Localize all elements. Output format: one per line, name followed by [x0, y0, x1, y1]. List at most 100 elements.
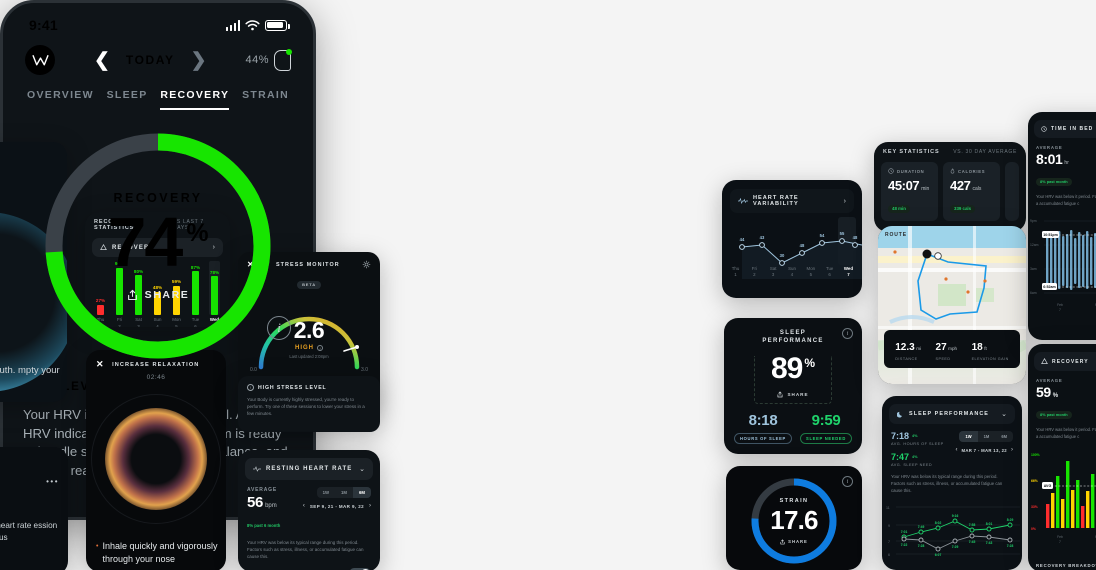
tab-overview[interactable]: OVERVIEW	[27, 89, 94, 110]
route-distance-value: 12.3	[895, 342, 915, 353]
sleep-needed-value: 9:59	[811, 412, 841, 429]
svg-text:7:22: 7:22	[901, 543, 908, 547]
chevron-right-icon[interactable]: ›	[1011, 447, 1013, 453]
recovery-trend-card[interactable]: RECOVERY AVERAGE 59 % 8% past month Your…	[1028, 344, 1096, 570]
tab-recovery[interactable]: RECOVERY	[160, 89, 230, 110]
range-option-6m[interactable]: 6M	[353, 487, 371, 498]
svg-text:7: 7	[1059, 540, 1061, 544]
sleep2-header-row[interactable]: SLEEP PERFORMANCE ⌄	[889, 404, 1015, 424]
chevron-left-icon[interactable]: ‹	[955, 447, 957, 453]
svg-text:3am: 3am	[1030, 267, 1037, 271]
info-icon[interactable]: i	[842, 328, 853, 339]
high-stress-body: Your Body is currently highly stressed, …	[247, 397, 365, 417]
status-bar: 9:41	[3, 3, 313, 37]
info-icon[interactable]: i	[842, 476, 853, 487]
svg-text:66%: 66%	[1031, 479, 1038, 483]
increase-relaxation-card[interactable]: ✕ INCREASE RELAXATION 02:46 • Inhale qui…	[86, 350, 226, 570]
time-in-bed-delta: 8% past month	[1036, 177, 1072, 186]
chevron-right-icon[interactable]: ❯	[191, 51, 207, 70]
chevron-right-icon[interactable]: ›	[369, 503, 371, 509]
hrv-header-row[interactable]: HEART RATE VARIABILITY ›	[730, 189, 854, 213]
farleft2-body: ur highest heart rate ession too strenuo…	[0, 520, 58, 543]
time-in-bed-average-label: AVERAGE	[1036, 145, 1063, 150]
high-stress-level-card[interactable]: ! HIGH STRESS LEVEL Your Body is current…	[238, 376, 380, 432]
range-option-1m[interactable]: 1M	[335, 487, 353, 498]
strain-card[interactable]: i STRAIN 17.6 SHARE	[726, 466, 862, 570]
sleep-performance-value: 89	[770, 352, 803, 385]
sleep-performance-card[interactable]: i SLEEP PERFORMANCE 89 % SHARE 8:18 HOUR…	[724, 318, 862, 454]
resting-heart-rate-card[interactable]: RESTING HEART RATE ⌄ AVERAGE 56 bpm 8% p…	[238, 450, 380, 570]
recovery-icon	[1041, 358, 1048, 365]
strain-share-button[interactable]: SHARE	[780, 539, 808, 545]
sleep-performance-unit: %	[804, 356, 816, 370]
whoop-logo-icon[interactable]	[25, 45, 55, 75]
svg-text:Feb: Feb	[1057, 303, 1063, 307]
route-speed-value: 27	[935, 342, 947, 353]
screenshot-root: RELAXATION 4:46 gh your mouth. mpty your…	[0, 0, 1096, 570]
stat-calories: CALORIES 427 cals 339 cals	[943, 162, 1000, 221]
chevron-down-icon[interactable]: ⌄	[359, 465, 365, 473]
hrv-line-chart: 44 43 30 48 54 55 48 Thu 1 Fri 2 Sat 3 Sun 4 Mo…	[722, 217, 862, 279]
clock-icon	[888, 168, 894, 174]
range-option-1w[interactable]: 1W	[959, 431, 978, 442]
svg-text:7:01: 7:01	[901, 530, 908, 534]
more-options-icon[interactable]: •••	[46, 477, 59, 486]
route-card[interactable]: ROUTE 12.3 mi DISTANCE 27 mph SPEED 18 ft E…	[878, 226, 1026, 384]
stat-duration: DURATION 45:07 min 48 min	[881, 162, 938, 221]
rhr-header-row[interactable]: RESTING HEART RATE ⌄	[245, 458, 373, 480]
sleep-performance-trend-card[interactable]: SLEEP PERFORMANCE ⌄ 7:18 4% AVG. HOURS O…	[882, 396, 1022, 570]
svg-text:11: 11	[886, 506, 890, 510]
share-button[interactable]: SHARE	[127, 289, 190, 301]
info-icon[interactable]: i	[317, 345, 323, 351]
route-title: ROUTE	[885, 232, 907, 238]
svg-text:Feb: Feb	[1057, 535, 1063, 539]
range-option-1m[interactable]: 1M	[978, 431, 996, 442]
share-icon	[127, 289, 138, 301]
route-elevation-value: 18	[971, 342, 983, 353]
clock-icon	[1041, 126, 1047, 132]
key-statistics-card[interactable]: KEY STATISTICS VS. 30 DAY AVERAGE DURATI…	[874, 142, 1026, 232]
rhr-range-selector[interactable]: 1W 1M 6M	[316, 487, 371, 498]
chevron-right-icon[interactable]: ›	[844, 198, 846, 205]
svg-text:9pm: 9pm	[1030, 219, 1037, 223]
svg-text:6:52am: 6:52am	[1043, 285, 1055, 289]
recovery2-title: RECOVERY	[1052, 358, 1089, 365]
hrv-x-label: Fri 2	[751, 265, 757, 278]
day-navigator[interactable]: ❮ TODAY ❯	[94, 51, 207, 70]
recovery-breakdown-chart: 100% 66% 33% 0% AVG Feb 7	[1028, 446, 1096, 548]
range-option-1w[interactable]: 1W	[317, 487, 335, 498]
svg-text:0%: 0%	[1031, 527, 1036, 531]
tab-sleep[interactable]: SLEEP	[107, 89, 148, 110]
svg-text:7:29: 7:29	[952, 545, 959, 549]
sleep-share-button[interactable]: SHARE	[724, 391, 862, 398]
time-in-bed-card[interactable]: TIME IN BED AVERAGE 8:01 hr 8% past mont…	[1028, 112, 1096, 340]
rhr-delta: 8% past 6 month	[247, 523, 281, 528]
chevron-left-icon[interactable]: ❮	[94, 51, 110, 70]
heart-rate-variability-card[interactable]: HEART RATE VARIABILITY › 44 43 30 48 54 55	[722, 180, 862, 298]
settings-icon[interactable]	[362, 260, 371, 269]
time-in-bed-title: TIME IN BED	[1051, 126, 1094, 132]
time-in-bed-header[interactable]: TIME IN BED	[1034, 120, 1096, 138]
recovery2-average-label: AVERAGE	[1036, 378, 1063, 383]
strap-battery[interactable]: 44%	[245, 48, 292, 71]
svg-text:9: 9	[888, 524, 890, 528]
stat-duration-value: 45:07	[888, 178, 920, 193]
share-icon	[780, 539, 785, 545]
stat-calories-unit: cals	[972, 185, 982, 192]
sleep2-metric1-label: AVG. HOURS OF SLEEP	[891, 442, 944, 446]
chevron-down-icon[interactable]: ⌄	[1001, 410, 1007, 418]
svg-text:100%: 100%	[1031, 453, 1040, 457]
chevron-left-icon[interactable]: ‹	[303, 503, 305, 509]
recovery2-header[interactable]: RECOVERY	[1034, 352, 1096, 371]
route-elevation-unit: ft	[984, 346, 987, 351]
range-option-6m[interactable]: 6M	[995, 431, 1013, 442]
section-tabs[interactable]: OVERVIEW SLEEP RECOVERY STRAIN	[3, 75, 313, 110]
route-distance-unit: mi	[916, 346, 922, 351]
sleep2-date-range: MAR 7 - MAR 13, 22	[961, 447, 1007, 453]
key-statistics-title: KEY STATISTICS	[883, 149, 940, 155]
recovery-breakdown-footer: RECOVERY BREAKDOWN	[1036, 563, 1096, 568]
sleep2-range-selector[interactable]: 1W 1M 6M	[959, 431, 1013, 442]
sleep2-metric1-delta: 4%	[912, 434, 918, 438]
heart-rate-warning-card-partial[interactable]: ••• 7h ur highest heart rate ession too …	[0, 447, 68, 570]
tab-strain[interactable]: STRAIN	[242, 89, 289, 110]
